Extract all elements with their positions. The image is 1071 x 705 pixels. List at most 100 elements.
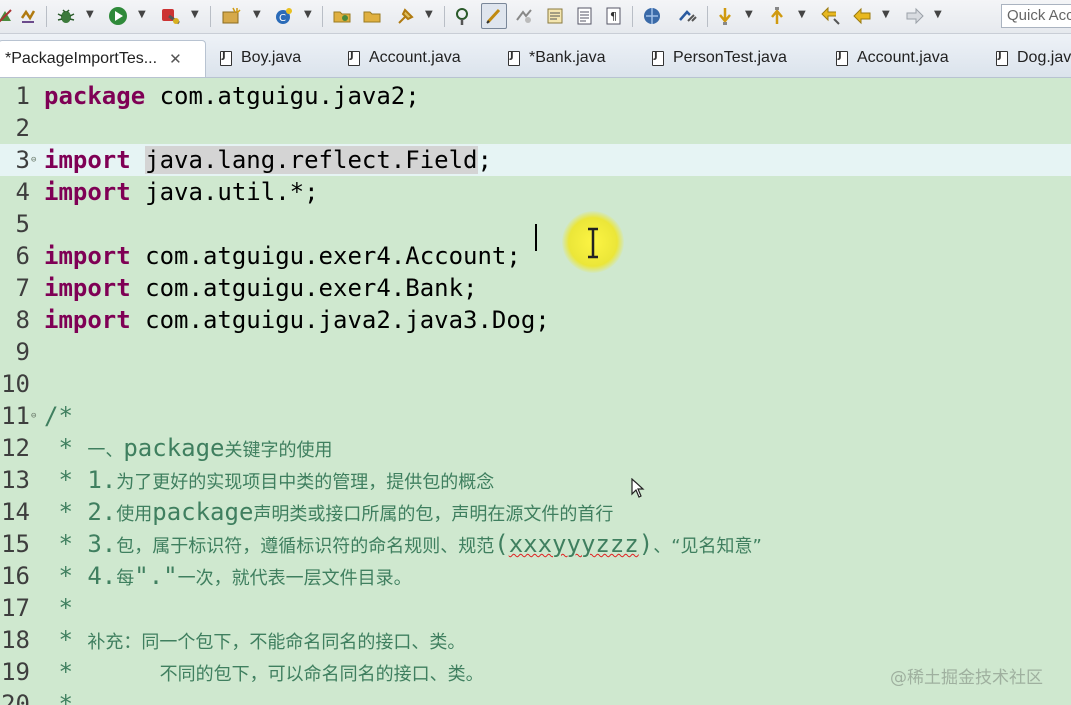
toggle-breakpoint-icon[interactable] [17,5,39,27]
tab-person-test-java[interactable]: PersonTest.java [652,42,787,74]
toggle-ant-editor-icon[interactable] [481,3,507,29]
mark-occurrences-icon[interactable] [513,5,535,27]
code-text: package com.atguigu.java2; [44,82,420,110]
fold-toggle-icon[interactable]: ⊖ [31,411,36,421]
fold-toggle-icon[interactable]: ⊖ [31,155,36,165]
forward-dropdown-icon[interactable]: ▼ [934,9,942,20]
line-number: 2 [15,114,30,142]
java-file-icon [508,50,520,66]
show-whitespace-icon[interactable]: ¶ [603,5,625,27]
search-icon[interactable] [452,5,474,27]
line-number: 19 [1,658,30,686]
run-icon[interactable] [107,5,129,27]
code-text: import java.util.*; [44,178,319,206]
code-line[interactable]: 14 * 2.使用package声明类或接口所属的包，声明在源文件的首行 [0,496,1071,528]
line-number: 1 [15,82,30,110]
back-icon[interactable] [852,5,874,27]
code-text: import com.atguigu.exer4.Account; [44,242,521,270]
last-edit-icon[interactable] [820,5,842,27]
text-caret [535,224,537,251]
svg-text:¶: ¶ [610,10,617,23]
tab-boy-java[interactable]: Boy.java [220,42,301,74]
tab-account-java-2[interactable]: Account.java [836,42,949,74]
code-text: * 不同的包下，可以命名同名的接口、类。 [44,658,484,686]
code-text: /* [44,402,73,430]
line-number: 17 [1,594,30,622]
code-line[interactable]: 9 [0,336,1071,368]
code-text: * [44,594,73,622]
line-number: 9 [15,338,30,366]
java-file-icon [220,50,232,66]
tab-label: *PackageImportTes... [5,50,158,67]
block-selection-icon[interactable] [544,5,566,27]
code-line[interactable]: 18 * 补充：同一个包下，不能命名同名的接口、类。 [0,624,1071,656]
last-edit-location-icon[interactable] [766,5,788,27]
external-tools-dropdown-icon[interactable]: ▼ [191,9,199,20]
code-text: import java.lang.reflect.Field; [44,146,492,174]
code-line[interactable]: 20 * [0,688,1071,705]
debug-icon[interactable] [55,5,77,27]
code-editor[interactable]: 1 package com.atguigu.java2; 2 3 ⊖ import jav… [0,78,1071,705]
code-line[interactable]: 11 ⊖ /* [0,400,1071,432]
tab-account-java[interactable]: Account.java [348,42,461,74]
next-annotation-icon[interactable] [677,5,699,27]
line-number: 6 [15,242,30,270]
tab-dog-java[interactable]: Dog.java [996,42,1071,74]
editor-tab-bar: *PackageImportTes... ✕ Boy.java Account.… [0,34,1071,78]
close-icon[interactable]: ✕ [169,50,182,68]
forward-icon[interactable] [903,5,925,27]
pin-editor-icon[interactable] [641,5,663,27]
code-line[interactable]: 4 import java.util.*; [0,176,1071,208]
new-project-dropdown-icon[interactable]: ▼ [253,9,261,20]
line-number: 11 [1,402,30,430]
run-dropdown-icon[interactable]: ▼ [138,9,146,20]
previous-annotation-icon[interactable] [714,5,736,27]
quick-access-field[interactable]: Quick Access [1001,4,1071,28]
code-line[interactable]: 17 * [0,592,1071,624]
new-java-project-icon[interactable] [221,5,243,27]
ibeam-cursor-icon [588,227,598,259]
open-task-dropdown-icon[interactable]: ▼ [425,9,433,20]
code-line[interactable]: 8 import com.atguigu.java2.java3.Dog; [0,304,1071,336]
new-java-class-icon[interactable]: C [273,5,295,27]
open-folder-icon[interactable] [361,5,383,27]
external-tools-icon[interactable] [160,5,182,27]
open-type-icon[interactable] [331,5,353,27]
code-line[interactable]: 12 * 一、package关键字的使用 [0,432,1071,464]
watermark-text: @稀土掘金技术社区 [890,668,1043,688]
line-number: 20 [1,690,30,705]
skip-breakpoints-icon[interactable] [0,5,16,27]
line-number: 13 [1,466,30,494]
debug-dropdown-icon[interactable]: ▼ [86,9,94,20]
line-number: 5 [15,210,30,238]
open-task-icon[interactable] [395,5,417,27]
code-line[interactable]: 16 * 4.每"."一次，就代表一层文件目录。 [0,560,1071,592]
code-text: * 4.每"."一次，就代表一层文件目录。 [44,562,412,590]
tab-label: PersonTest.java [673,49,787,66]
code-line[interactable]: 10 [0,368,1071,400]
code-line[interactable]: 7 import com.atguigu.exer4.Bank; [0,272,1071,304]
back-dropdown-icon[interactable]: ▼ [882,9,890,20]
code-line[interactable]: 2 [0,112,1071,144]
line-number: 14 [1,498,30,526]
line-number: 4 [15,178,30,206]
line-number: 8 [15,306,30,334]
tab-package-import-test[interactable]: *PackageImportTes... ✕ [0,40,206,77]
code-line[interactable]: 13 * 1.为了更好的实现项目中类的管理，提供包的概念 [0,464,1071,496]
prev-annotation-dropdown-icon[interactable]: ▼ [798,9,806,20]
next-annotation-dropdown-icon[interactable]: ▼ [745,9,753,20]
java-file-icon [348,50,360,66]
code-line[interactable]: 15 * 3.包，属于标识符，遵循标识符的命名规则、规范(xxxyyyzzz)、… [0,528,1071,560]
new-class-dropdown-icon[interactable]: ▼ [304,9,312,20]
line-number: 10 [1,370,30,398]
tab-bank-java[interactable]: *Bank.java [508,42,606,74]
java-file-icon [836,50,848,66]
word-wrap-icon[interactable] [574,5,596,27]
main-toolbar: ▼ ▼ ▼ ▼ C ▼ ▼ ¶ ▼ ▼ ▼ ▼ Quick Access [0,0,1071,34]
code-line[interactable]: 1 package com.atguigu.java2; [0,80,1071,112]
line-number: 16 [1,562,30,590]
line-number: 15 [1,530,30,558]
tab-label: Account.java [369,49,461,66]
code-text: * 一、package关键字的使用 [44,434,333,462]
code-line[interactable]: 3 ⊖ import java.lang.reflect.Field; [0,144,1071,176]
